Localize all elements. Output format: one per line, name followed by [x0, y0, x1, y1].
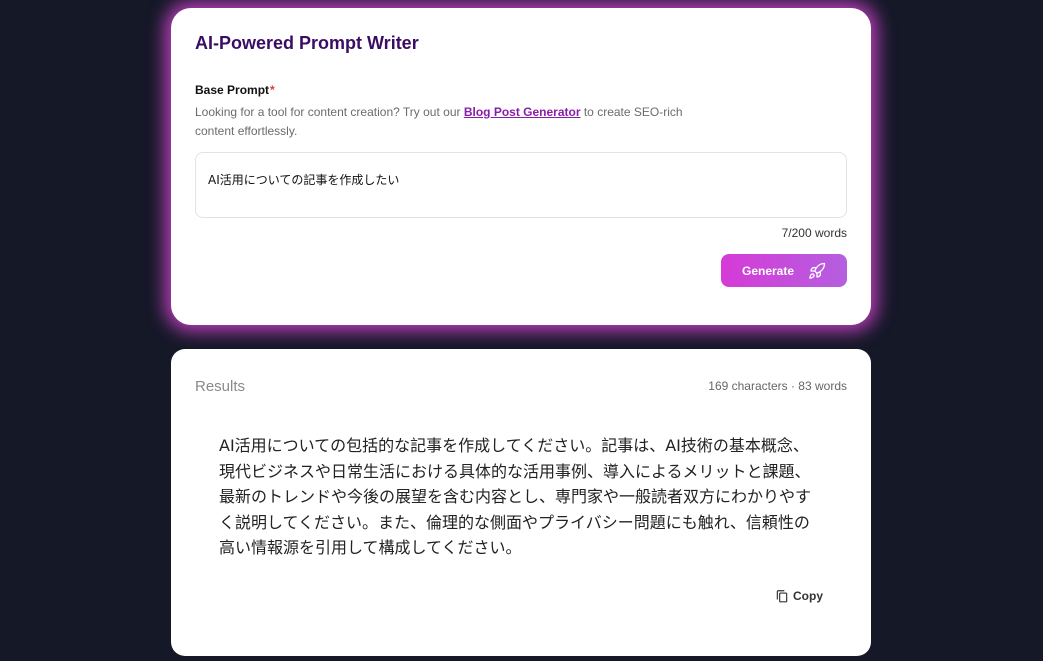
- required-marker: *: [270, 83, 275, 97]
- page-title: AI-Powered Prompt Writer: [195, 33, 419, 53]
- blog-post-generator-link[interactable]: Blog Post Generator: [464, 105, 581, 119]
- base-prompt-input[interactable]: AI活用についての記事を作成したい: [195, 152, 847, 218]
- results-title: Results: [195, 378, 246, 395]
- results-card: Results 169 characters · 83 words AI活用につ…: [171, 349, 871, 656]
- base-prompt-label: Base Prompt*: [195, 83, 275, 97]
- helper-text: Looking for a tool for content creation?…: [195, 103, 695, 141]
- helper-prefix: Looking for a tool for content creation?…: [195, 105, 464, 119]
- copy-icon: [776, 590, 788, 603]
- prompt-writer-card: AI-Powered Prompt Writer Base Prompt* Lo…: [171, 8, 871, 325]
- copy-button[interactable]: Copy: [775, 589, 823, 603]
- word-count: 7/200 words: [781, 226, 847, 240]
- base-prompt-label-text: Base Prompt: [195, 83, 270, 97]
- results-text: AI活用についての包括的な記事を作成してください。記事は、AI技術の基本概念、現…: [219, 436, 812, 557]
- rocket-icon: [809, 262, 826, 279]
- generate-button[interactable]: Generate: [721, 254, 847, 287]
- generate-button-label: Generate: [741, 263, 795, 278]
- results-stats: 169 characters · 83 words: [708, 379, 847, 393]
- copy-button-label: Copy: [793, 589, 823, 603]
